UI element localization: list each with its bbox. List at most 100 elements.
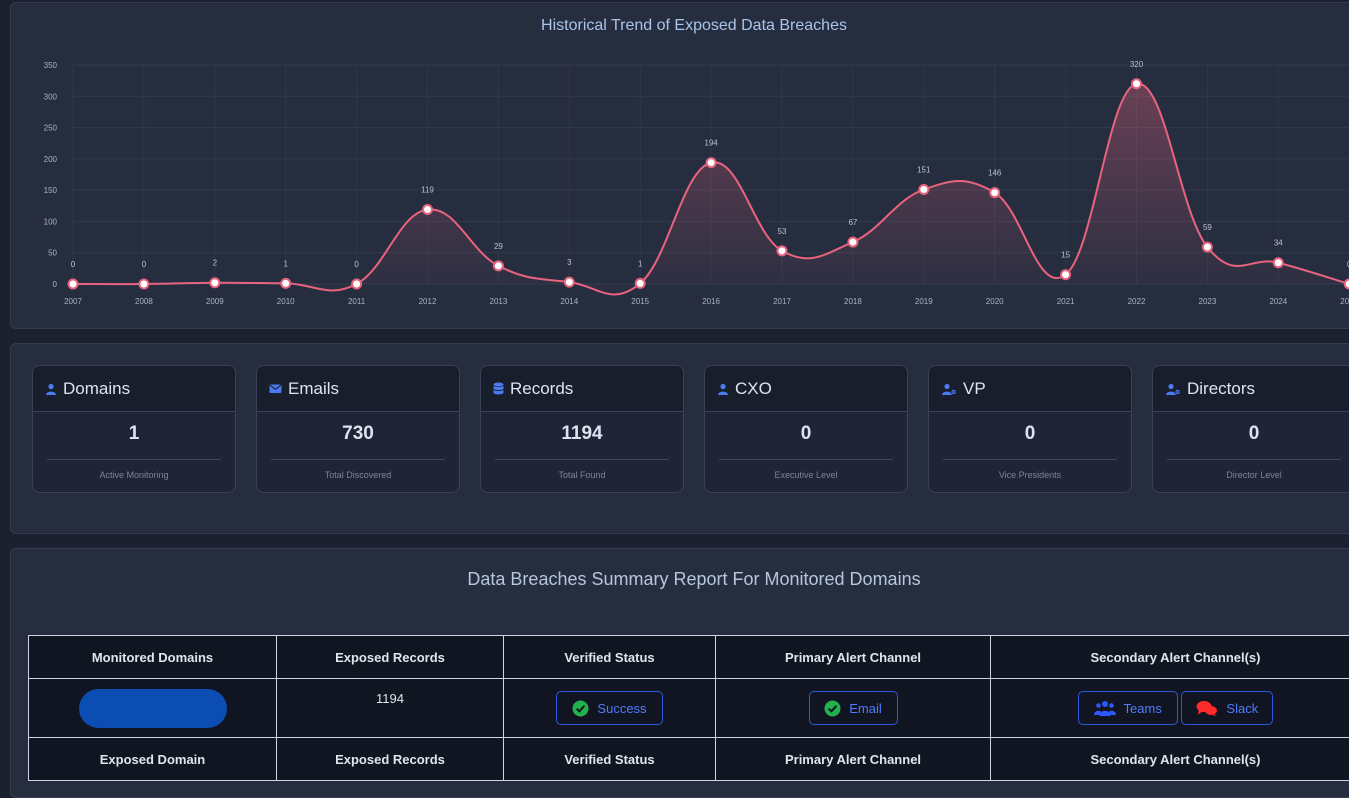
- x-tick-label: 2009: [206, 297, 224, 306]
- data-label: 194: [704, 139, 718, 148]
- breach-trend-panel: Historical Trend of Exposed Data Breache…: [10, 2, 1349, 329]
- card-subtitle: Director Level: [1153, 470, 1349, 480]
- data-point: [1061, 270, 1070, 279]
- card-domains: Domains 1 Active Monitoring: [32, 365, 236, 493]
- x-tick-label: 2019: [915, 297, 933, 306]
- teams-channel-button[interactable]: Teams: [1078, 691, 1178, 725]
- check-circle-icon: [824, 700, 841, 717]
- x-tick-label: 2013: [490, 297, 508, 306]
- data-point: [210, 278, 219, 287]
- data-label: 2: [213, 259, 218, 268]
- y-tick-label: 150: [44, 186, 58, 195]
- column-footer: Exposed Domain: [29, 738, 277, 781]
- data-point: [919, 185, 928, 194]
- x-tick-label: 2020: [986, 297, 1004, 306]
- card-value: 0: [929, 423, 1131, 447]
- data-point: [1132, 79, 1141, 88]
- card-vp: VP 0 Vice Presidents: [928, 365, 1132, 493]
- exposed-records-value: 1194: [376, 691, 404, 706]
- data-point: [1274, 258, 1283, 267]
- database-icon: [493, 382, 504, 395]
- x-tick-label: 2016: [702, 297, 720, 306]
- data-point: [990, 188, 999, 197]
- divider: [719, 459, 893, 460]
- x-tick-label: 2018: [844, 297, 862, 306]
- summary-title: Data Breaches Summary Report For Monitor…: [11, 569, 1349, 590]
- data-label: 53: [778, 227, 787, 236]
- y-tick-label: 200: [44, 155, 58, 164]
- button-label: Success: [597, 701, 646, 716]
- data-label: 67: [848, 218, 857, 227]
- x-tick-label: 2012: [419, 297, 437, 306]
- summary-panel: Data Breaches Summary Report For Monitor…: [10, 548, 1349, 798]
- card-value: 730: [257, 423, 459, 447]
- button-label: Teams: [1124, 701, 1162, 716]
- user-icon: [45, 383, 57, 395]
- breach-trend-chart: 0501001502002503003502007200820092010201…: [11, 3, 1349, 330]
- stats-panel: Domains 1 Active Monitoring Emails 730 T…: [10, 343, 1349, 534]
- card-subtitle: Active Monitoring: [33, 470, 235, 480]
- x-tick-label: 2008: [135, 297, 153, 306]
- data-label: 15: [1061, 251, 1070, 260]
- column-footer: Secondary Alert Channel(s): [991, 738, 1349, 781]
- data-point: [565, 278, 574, 287]
- column-header: Verified Status: [504, 636, 716, 679]
- user-gear-icon: [941, 383, 957, 395]
- column-header: Secondary Alert Channel(s): [991, 636, 1349, 679]
- success-status-button[interactable]: Success: [556, 691, 663, 725]
- button-label: Slack: [1226, 701, 1258, 716]
- data-point: [352, 280, 361, 289]
- column-header: Exposed Records: [277, 636, 504, 679]
- data-point: [1203, 243, 1212, 252]
- data-point: [281, 279, 290, 288]
- divider: [943, 459, 1117, 460]
- data-point: [1345, 280, 1349, 289]
- card-label: VP: [963, 379, 986, 399]
- table-header-row: Monitored Domains Exposed Records Verifi…: [29, 636, 1349, 679]
- slack-channel-button[interactable]: Slack: [1181, 691, 1273, 725]
- y-tick-label: 100: [44, 217, 58, 226]
- email-channel-button[interactable]: Email: [809, 691, 898, 725]
- x-tick-label: 2024: [1269, 297, 1287, 306]
- column-footer: Verified Status: [504, 738, 716, 781]
- card-records: Records 1194 Total Found: [480, 365, 684, 493]
- envelope-icon: [269, 383, 282, 394]
- data-point: [848, 238, 857, 247]
- card-label: Emails: [288, 379, 339, 399]
- x-tick-label: 2007: [64, 297, 82, 306]
- data-label: 119: [421, 186, 434, 195]
- data-label: 320: [1130, 60, 1144, 69]
- card-value: 0: [1153, 423, 1349, 447]
- user-gear-icon: [1165, 383, 1181, 395]
- x-tick-label: 2017: [773, 297, 791, 306]
- x-tick-label: 2025: [1340, 297, 1349, 306]
- x-tick-label: 2015: [631, 297, 649, 306]
- divider: [495, 459, 669, 460]
- card-subtitle: Total Discovered: [257, 470, 459, 480]
- y-tick-label: 350: [44, 61, 58, 70]
- y-tick-label: 50: [48, 249, 57, 258]
- card-label: CXO: [735, 379, 772, 399]
- data-point: [778, 246, 787, 255]
- card-value: 0: [705, 423, 907, 447]
- card-subtitle: Vice Presidents: [929, 470, 1131, 480]
- card-directors: Directors 0 Director Level: [1152, 365, 1349, 493]
- chat-bubbles-icon: [1196, 700, 1218, 717]
- column-header: Primary Alert Channel: [716, 636, 991, 679]
- card-value: 1: [33, 423, 235, 447]
- column-header: Monitored Domains: [29, 636, 277, 679]
- data-label: 29: [494, 242, 503, 251]
- x-tick-label: 2011: [348, 297, 366, 306]
- data-label: 0: [142, 260, 147, 269]
- card-value: 1194: [481, 423, 683, 447]
- data-label: 0: [71, 260, 76, 269]
- y-tick-label: 300: [44, 92, 58, 101]
- data-point: [707, 158, 716, 167]
- data-point: [636, 279, 645, 288]
- card-label: Records: [510, 379, 573, 399]
- button-label: Email: [849, 701, 882, 716]
- data-label: 1: [283, 259, 288, 268]
- card-cxo: CXO 0 Executive Level: [704, 365, 908, 493]
- card-label: Directors: [1187, 379, 1255, 399]
- check-circle-icon: [572, 700, 589, 717]
